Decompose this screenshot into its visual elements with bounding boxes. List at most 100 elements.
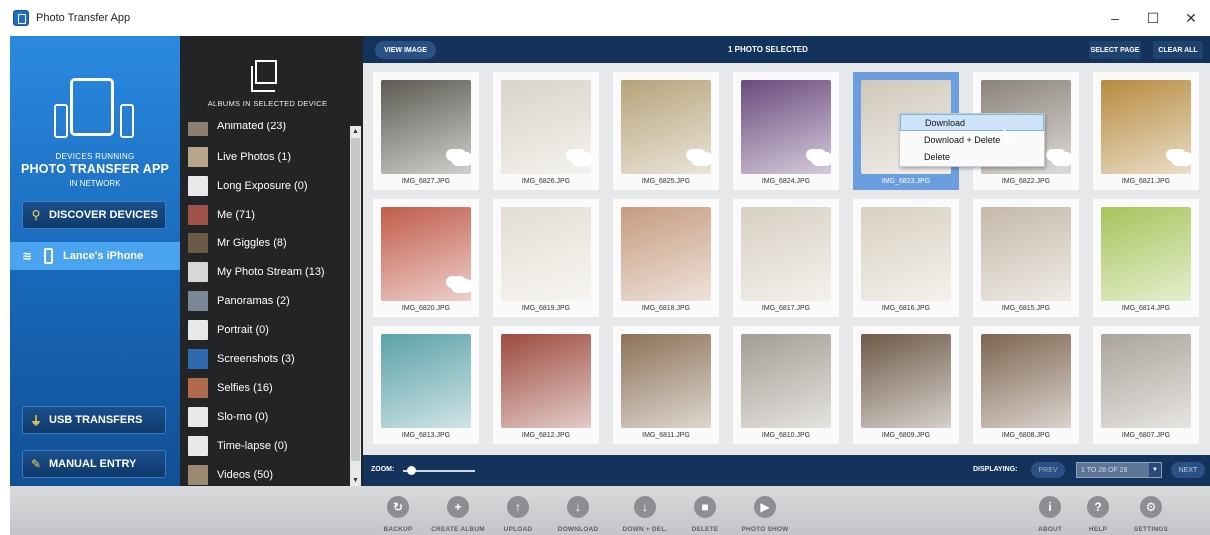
photo-grid: IMG_6827.JPG IMG_6826.JPG IMG_6825.JPG IMG_… (363, 63, 1210, 455)
photo-thumbnail[interactable]: IMG_6819.JPG (493, 199, 599, 317)
photo-thumbnail[interactable]: IMG_6824.JPG (733, 72, 839, 190)
toolbar-label: BACKUP (383, 526, 413, 533)
download-delete-icon: ↓ (634, 496, 656, 518)
album-item[interactable]: My Photo Stream (13) (188, 260, 350, 284)
photo-thumbnail[interactable]: IMG_6811.JPG (613, 326, 719, 444)
help-icon: ? (1087, 496, 1109, 518)
photo-thumbnail[interactable]: IMG_6825.JPG (613, 72, 719, 190)
photo-thumbnail[interactable]: IMG_6813.JPG (373, 326, 479, 444)
album-item[interactable]: Videos (50) (188, 463, 350, 486)
photo-thumbnail[interactable]: IMG_6827.JPG (373, 72, 479, 190)
album-item[interactable]: Animated (23) (188, 122, 350, 138)
settings-icon: ⚙ (1140, 496, 1162, 518)
device-item-lances-iphone[interactable]: ≋ Lance's iPhone (10, 242, 180, 270)
photo-thumbnail[interactable]: IMG_6814.JPG (1093, 199, 1199, 317)
toolbar-label: DELETE (691, 526, 719, 533)
photo-area: VIEW IMAGE 1 PHOTO SELECTED SELECT PAGE … (363, 36, 1210, 486)
toolbar-download-button[interactable]: ↓ DOWNLOAD (541, 496, 615, 533)
chevron-down-icon[interactable]: ▼ (1149, 463, 1161, 477)
album-item[interactable]: Selfies (16) (188, 376, 350, 400)
album-thumbnail (188, 465, 208, 485)
album-label: Animated (23) (217, 122, 287, 132)
photo-image (501, 207, 591, 301)
range-select[interactable]: 1 TO 28 OF 28 ▼ (1076, 462, 1162, 478)
photo-thumbnail[interactable]: IMG_6821.JPG (1093, 72, 1199, 190)
prev-button[interactable]: PREV (1031, 462, 1065, 478)
photo-thumbnail[interactable]: IMG_6810.JPG (733, 326, 839, 444)
sidebar: DEVICES RUNNING PHOTO TRANSFER APP IN NE… (10, 36, 180, 486)
photo-image (501, 334, 591, 428)
photo-image (981, 334, 1071, 428)
photo-filename: IMG_6811.JPG (642, 432, 690, 439)
album-item[interactable]: Me (71) (188, 203, 350, 227)
album-thumbnail (188, 378, 208, 398)
photo-thumbnail[interactable]: IMG_6807.JPG (1093, 326, 1199, 444)
minimize-button[interactable]: – (1096, 0, 1134, 36)
menu-item-download[interactable]: Download (900, 114, 1044, 131)
photo-image (741, 207, 831, 301)
maximize-button[interactable]: ☐ (1134, 0, 1172, 36)
photo-thumbnail[interactable]: IMG_6809.JPG (853, 326, 959, 444)
album-scrollbar[interactable]: ▲ ▼ (350, 126, 361, 486)
toolbar-label: CREATE ALBUM (431, 526, 485, 533)
album-thumbnail (188, 205, 208, 225)
photo-thumbnail[interactable]: IMG_6812.JPG (493, 326, 599, 444)
close-button[interactable]: ✕ (1172, 0, 1210, 36)
photo-filename: IMG_6808.JPG (1001, 432, 1051, 439)
next-button[interactable]: NEXT (1171, 462, 1205, 478)
toolbar-label: SETTINGS (1133, 526, 1169, 533)
backup-icon: ↻ (387, 496, 409, 518)
photo-thumbnail[interactable]: IMG_6817.JPG (733, 199, 839, 317)
album-label: My Photo Stream (13) (217, 266, 325, 278)
album-item[interactable]: Screenshots (3) (188, 347, 350, 371)
album-item[interactable]: Slo-mo (0) (188, 405, 350, 429)
album-thumbnail (188, 176, 208, 196)
cloud-icon (1051, 152, 1073, 166)
view-image-button[interactable]: VIEW IMAGE (375, 41, 436, 59)
context-menu: Download Download + Delete Delete (899, 113, 1045, 167)
usb-transfers-button[interactable]: ⏚ USB TRANSFERS (22, 406, 166, 434)
toolbar-label: ABOUT (1037, 526, 1063, 533)
scroll-down-icon[interactable]: ▼ (350, 475, 361, 486)
album-label: Panoramas (2) (217, 295, 290, 307)
album-item[interactable]: Long Exposure (0) (188, 174, 350, 198)
scroll-up-icon[interactable]: ▲ (350, 126, 361, 137)
displaying-label: DISPLAYING: (973, 466, 1018, 473)
cloud-icon (691, 152, 713, 166)
photo-thumbnail[interactable]: IMG_6818.JPG (613, 199, 719, 317)
album-item[interactable]: Portrait (0) (188, 318, 350, 342)
scroll-thumb[interactable] (351, 138, 360, 461)
album-item[interactable]: Live Photos (1) (188, 145, 350, 169)
album-item[interactable]: Time-lapse (0) (188, 434, 350, 458)
select-page-button[interactable]: SELECT PAGE (1089, 41, 1141, 59)
photo-filename: IMG_6816.JPG (881, 305, 931, 312)
photo-thumbnail[interactable]: IMG_6816.JPG (853, 199, 959, 317)
photo-filename: IMG_6824.JPG (761, 178, 811, 185)
menu-item-delete[interactable]: Delete (900, 148, 1044, 165)
photo-filename: IMG_6809.JPG (881, 432, 931, 439)
toolbar-label: DOWNLOAD (557, 526, 599, 533)
photo-filename: IMG_6814.JPG (1121, 305, 1171, 312)
toolbar-settings-button[interactable]: ⚙ SETTINGS (1114, 496, 1188, 533)
album-item[interactable]: Panoramas (2) (188, 289, 350, 313)
discover-devices-button[interactable]: ⚲ DISCOVER DEVICES (22, 201, 166, 229)
phone-icon (44, 248, 53, 264)
photo-thumbnail[interactable]: IMG_6826.JPG (493, 72, 599, 190)
photo-thumbnail[interactable]: IMG_6815.JPG (973, 199, 1079, 317)
photo-filename: IMG_6822.JPG (1001, 178, 1051, 185)
toolbar-play-button[interactable]: ▶ PHOTO SHOW (728, 496, 802, 533)
album-thumbnail (188, 349, 208, 369)
clear-all-button[interactable]: CLEAR ALL (1153, 41, 1203, 59)
menu-item-download-delete[interactable]: Download + Delete (900, 131, 1044, 148)
window-controls: – ☐ ✕ (1096, 0, 1210, 36)
cloud-icon (1171, 152, 1193, 166)
sidebar-caption-line2: PHOTO TRANSFER APP (20, 162, 170, 176)
zoom-slider-knob[interactable] (407, 466, 416, 475)
photo-thumbnail[interactable]: IMG_6808.JPG (973, 326, 1079, 444)
manual-entry-button[interactable]: ✎ MANUAL ENTRY (22, 450, 166, 478)
photo-thumbnail[interactable]: IMG_6820.JPG (373, 199, 479, 317)
sidebar-caption-line3: IN NETWORK (69, 179, 121, 188)
album-item[interactable]: Mr Giggles (8) (188, 231, 350, 255)
photo-filename: IMG_6825.JPG (641, 178, 691, 185)
photo-filename: IMG_6819.JPG (521, 305, 571, 312)
